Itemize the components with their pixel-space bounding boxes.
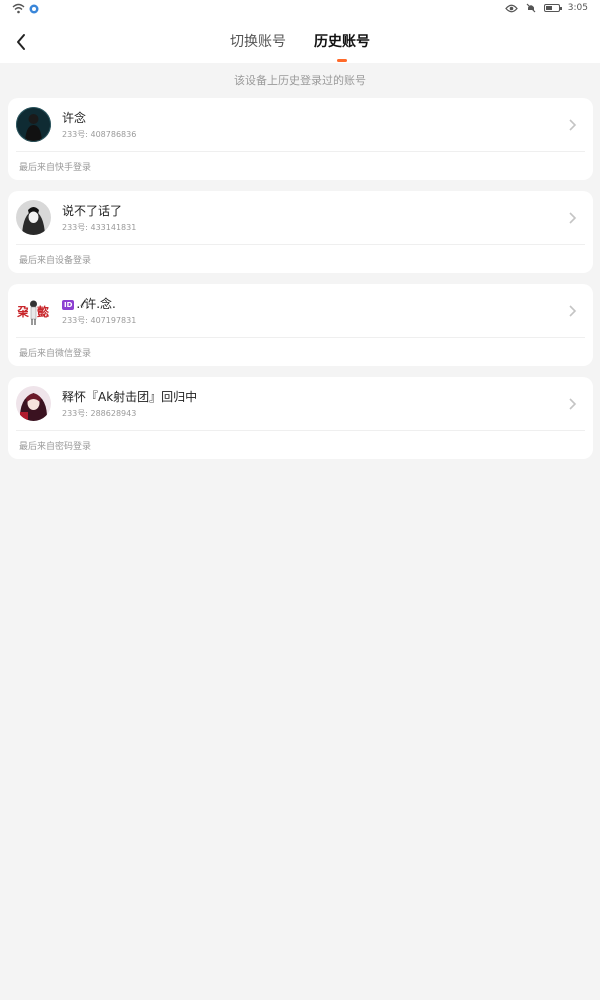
account-card[interactable]: 说不了话了 233号: 433141831 最后来自设备登录: [8, 191, 593, 273]
account-name: 释怀『Ak射击团』回归中: [62, 390, 198, 404]
divider: [16, 430, 585, 431]
account-card[interactable]: 许念 233号: 408786836 最后来自快手登录: [8, 98, 593, 180]
status-left: [12, 3, 39, 14]
account-id: 233号: 408786836: [62, 130, 137, 139]
chevron-right-icon: [569, 119, 577, 131]
account-id: 233号: 433141831: [62, 223, 137, 232]
account-list: 许念 233号: 408786836 最后来自快手登录 说不了话了 233号: …: [8, 98, 593, 470]
avatar: [16, 200, 51, 235]
divider: [16, 337, 585, 338]
tab-switch-account[interactable]: 切换账号: [228, 22, 288, 63]
svg-text:㦤: 㦤: [37, 304, 49, 319]
account-name-text: .𝓁许.念.: [76, 297, 116, 311]
avatar: 㭆 㦤: [16, 293, 51, 328]
status-bar: 3:05: [0, 0, 600, 22]
eye-icon: [504, 4, 518, 12]
header: 切换账号 历史账号: [0, 22, 600, 63]
account-card[interactable]: 㭆 㦤 ID .𝓁许.念. 233号: 407197831 最后来自微信登录: [8, 284, 593, 366]
chevron-right-icon: [569, 212, 577, 224]
svg-text:㭆: 㭆: [16, 304, 30, 319]
login-source: 最后来自快手登录: [19, 163, 92, 173]
account-id: 233号: 288628943: [62, 409, 137, 418]
account-name: 许念: [62, 111, 87, 125]
login-source: 最后来自微信登录: [19, 349, 92, 359]
tab-label: 切换账号: [230, 34, 286, 50]
account-name: 说不了话了: [62, 204, 123, 218]
app-notification-icon: [29, 4, 39, 13]
tab-label: 历史账号: [314, 34, 370, 50]
account-id: 233号: 407197831: [62, 316, 137, 325]
tab-history-account[interactable]: 历史账号: [312, 22, 372, 63]
status-time: 3:05: [567, 3, 588, 13]
account-card[interactable]: 释怀『Ak射击团』回归中 233号: 288628943 最后来自密码登录: [8, 377, 593, 459]
tab-indicator: [337, 59, 347, 62]
status-right: 3:05: [504, 3, 588, 13]
account-name: ID .𝓁许.念.: [62, 295, 116, 312]
avatar: [16, 386, 51, 421]
avatar: [16, 107, 51, 142]
divider: [16, 151, 585, 152]
chevron-right-icon: [569, 398, 577, 410]
chevron-right-icon: [569, 305, 577, 317]
mute-bell-icon: [526, 3, 536, 13]
battery-icon: [543, 4, 562, 12]
login-source: 最后来自设备登录: [19, 256, 92, 266]
page-subtitle: 该设备上历史登录过的账号: [234, 74, 366, 87]
tab-bar: 切换账号 历史账号: [0, 22, 600, 63]
login-source: 最后来自密码登录: [19, 442, 92, 452]
divider: [16, 244, 585, 245]
id-badge: ID: [62, 299, 75, 310]
wifi-icon: [12, 3, 25, 14]
